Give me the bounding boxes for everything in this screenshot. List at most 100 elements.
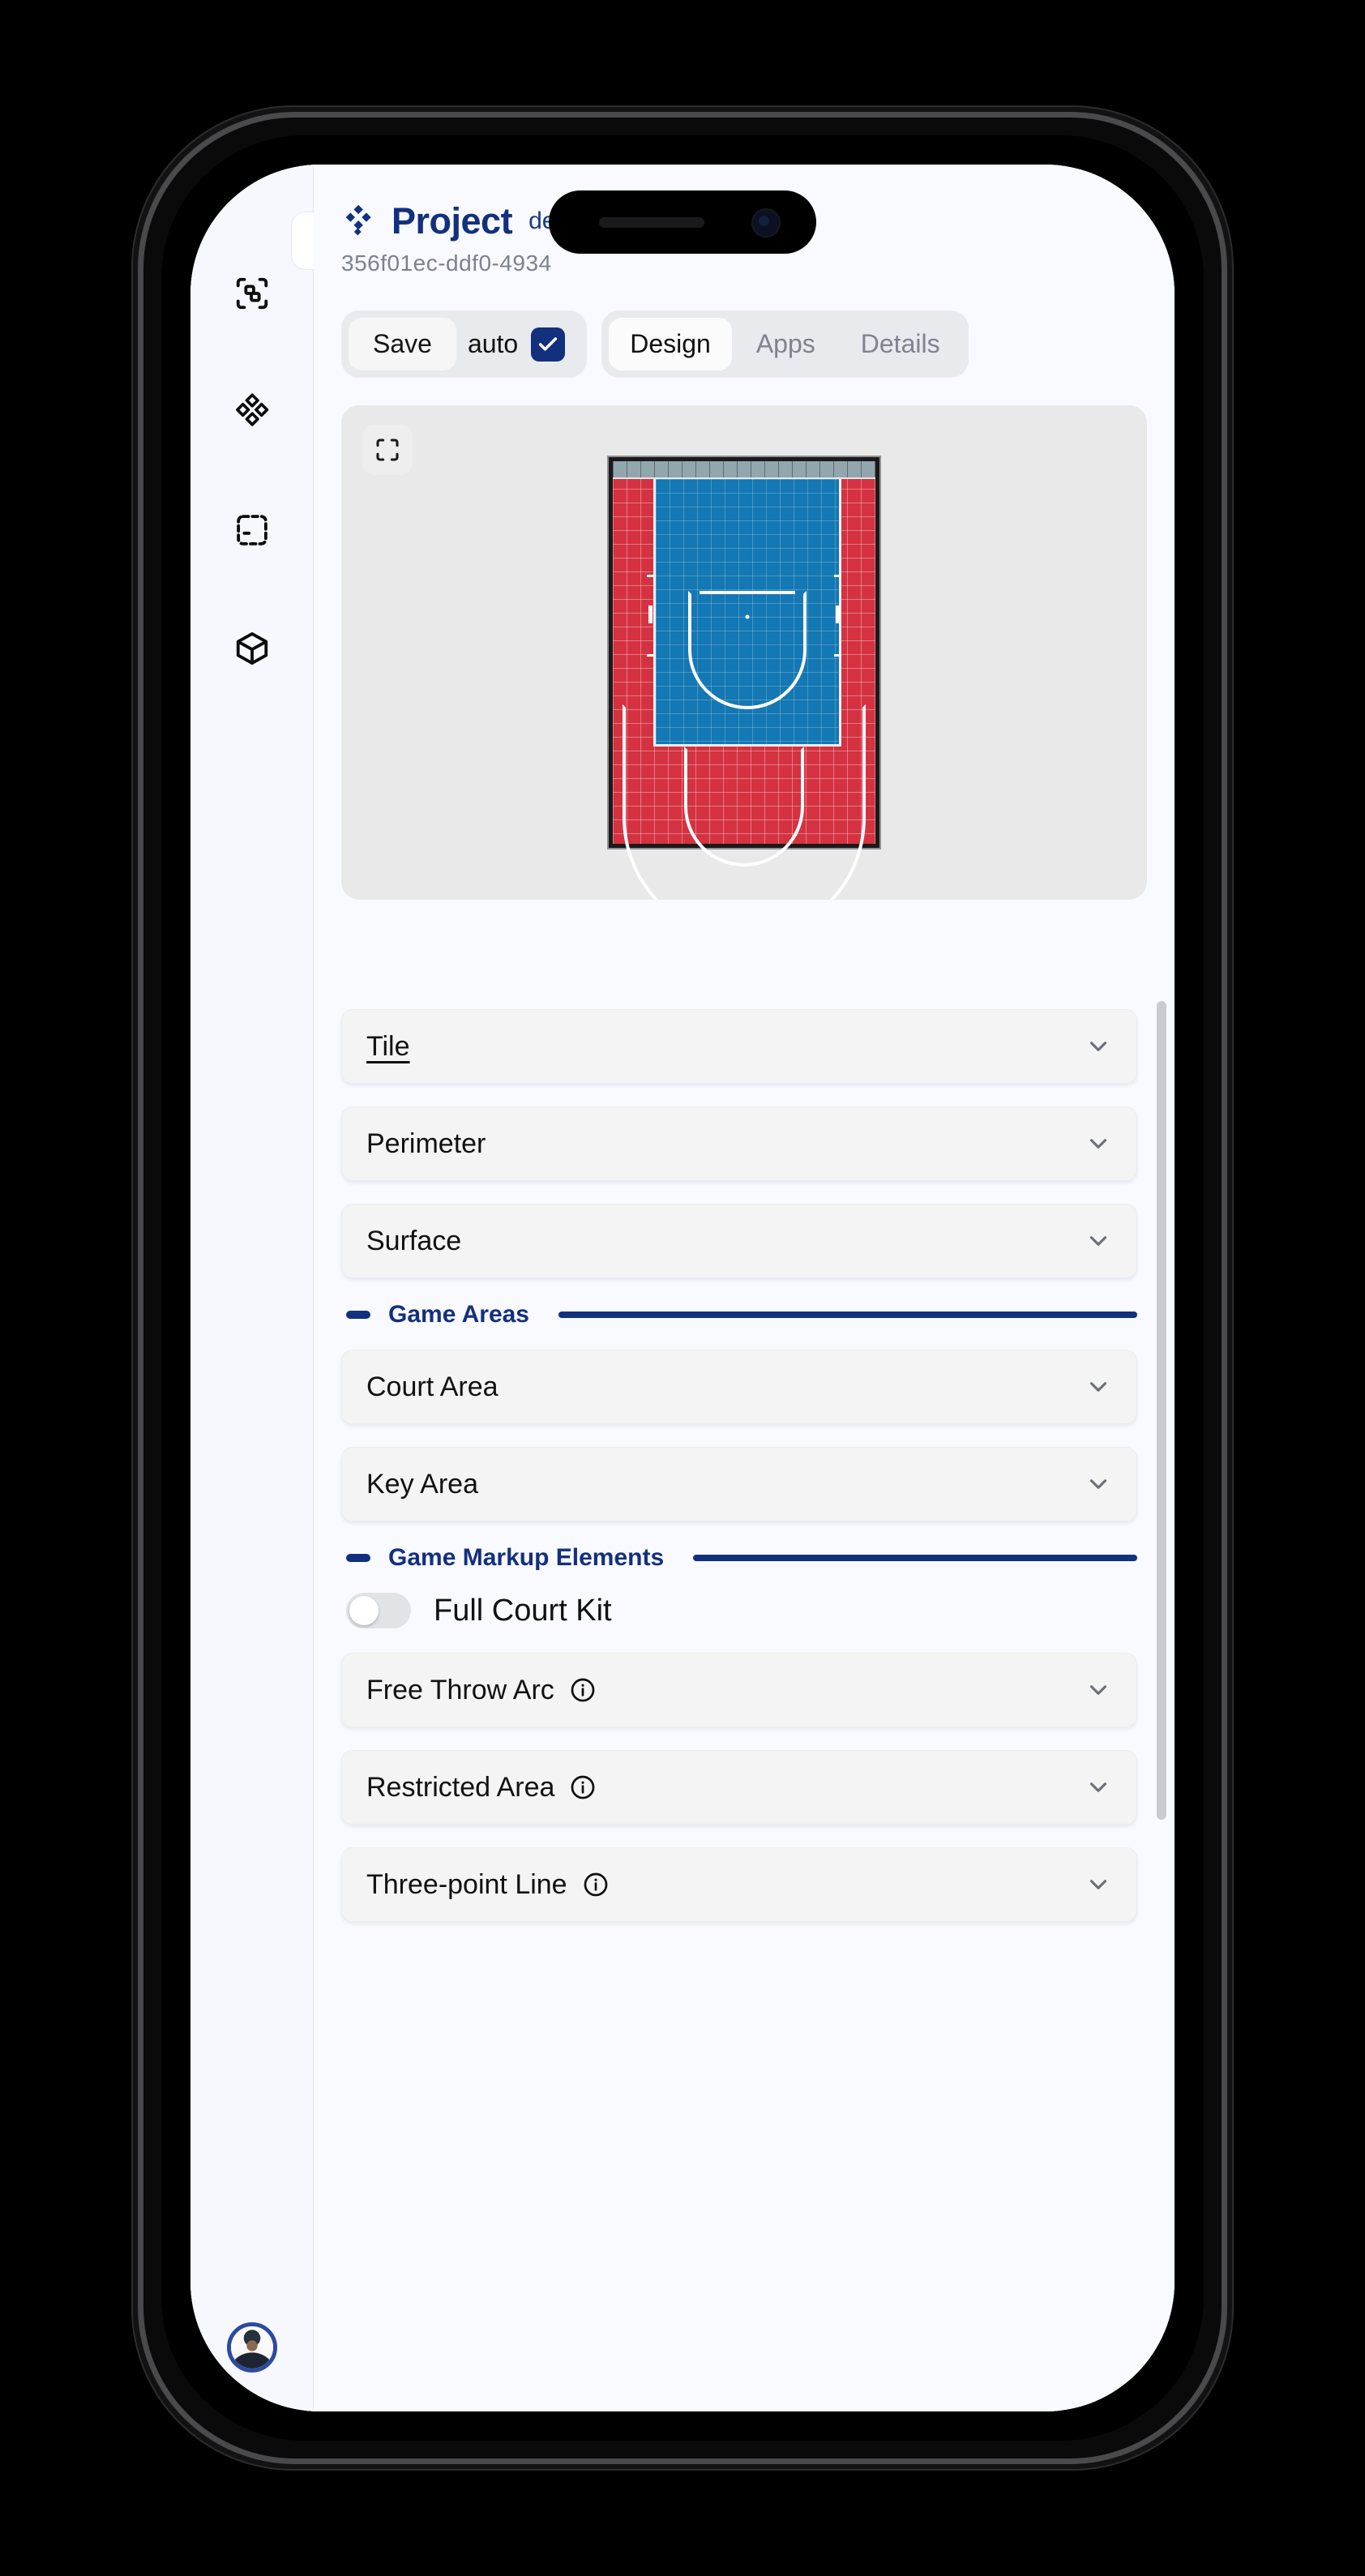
section-dash-icon (346, 1554, 370, 1562)
info-icon[interactable] (569, 1774, 597, 1801)
accordion-row-key-area[interactable]: Key Area (341, 1447, 1137, 1521)
accordion-row-free-throw-arc[interactable]: Free Throw Arc (341, 1653, 1137, 1727)
sidebar (190, 165, 314, 2411)
phone-screen: 3DSP (190, 165, 1175, 2411)
fullscreen-icon (376, 439, 399, 461)
section-rule (693, 1555, 1137, 1561)
main-panel: Project delete 356f01ec-ddf0-4934 Save (314, 165, 1175, 2411)
toggle-knob (349, 1596, 379, 1625)
cube-3d-icon (236, 632, 267, 665)
phone-rim: 3DSP (138, 112, 1227, 2464)
screenshot-root: 3DSP (0, 0, 1365, 2576)
dashed-selection-icon (236, 515, 267, 546)
avatar[interactable] (226, 2322, 277, 2373)
row-left: Free Throw Arc (366, 1675, 597, 1706)
row-left: Three-point Line (366, 1869, 610, 1901)
block-mark (648, 605, 653, 623)
app-root: 3DSP (190, 165, 1175, 2411)
hash-mark (647, 575, 654, 577)
chevron-down-icon (1089, 1880, 1107, 1889)
chevron-down-icon (1089, 1479, 1107, 1489)
center-dot (745, 614, 750, 619)
accordion-row-court-area[interactable]: Court Area (341, 1350, 1137, 1424)
court-surface (609, 457, 879, 900)
hash-mark (647, 654, 654, 657)
key-area (653, 479, 841, 747)
row-label: Tile (366, 1030, 410, 1062)
block-mark (836, 605, 840, 623)
row-left: Surface (366, 1226, 461, 1257)
sidebar-item-model-3d[interactable] (222, 618, 282, 678)
diamond-grid-icon (235, 393, 268, 426)
accordion-row-tile[interactable]: Tile (341, 1009, 1137, 1084)
court-diagram[interactable] (609, 457, 879, 900)
toggle-label: Full Court Kit (434, 1593, 612, 1628)
court-preview (341, 405, 1147, 900)
accordion-row-perimeter[interactable]: Perimeter (341, 1106, 1137, 1181)
diamond-cluster-icon (345, 204, 371, 236)
notch (549, 190, 816, 254)
frame-objects-icon (236, 277, 267, 310)
row-left: Tile (366, 1031, 410, 1063)
panel-inner: Project delete 356f01ec-ddf0-4934 Save (314, 165, 1175, 2411)
check-icon (539, 336, 558, 351)
settings-scroll-area[interactable]: Tile Perimeter Surface Game Areas Court … (314, 985, 1175, 2411)
sidebar-item-selection[interactable] (222, 500, 282, 560)
row-left: Court Area (366, 1371, 499, 1403)
row-left: Restricted Area (366, 1772, 597, 1804)
chevron-down-icon (1089, 1782, 1107, 1792)
auto-save-control[interactable]: auto (464, 327, 580, 362)
free-throw-arc (688, 591, 807, 709)
phone-rim-inner: 3DSP (161, 135, 1204, 2441)
phone-frame: 3DSP (131, 105, 1234, 2471)
hash-mark (834, 654, 841, 657)
save-group: Save auto (341, 310, 588, 378)
row-label: Surface (366, 1225, 462, 1256)
accordion-row-surface[interactable]: Surface (341, 1204, 1137, 1278)
row-label: Court Area (366, 1371, 499, 1402)
accordion-row-three-point-line[interactable]: Three-point Line (341, 1847, 1137, 1922)
tab-details[interactable]: Details (840, 318, 961, 370)
section-dash-icon (346, 1311, 370, 1319)
row-label: Key Area (366, 1468, 478, 1500)
row-left: Key Area (366, 1469, 478, 1500)
vertical-scrollbar[interactable] (1157, 1001, 1166, 1820)
hash-mark (834, 575, 841, 577)
toolbar: Save auto Design Apps Details (341, 310, 1175, 378)
section-title: Game Markup Elements (388, 1544, 665, 1571)
full-court-kit-row[interactable]: Full Court Kit (346, 1593, 1137, 1628)
page-title: Project (392, 200, 513, 242)
row-label: Restricted Area (366, 1771, 555, 1803)
restricted-area-arc (684, 747, 804, 867)
project-id: 356f01ec-ddf0-4934 (341, 250, 552, 276)
auto-save-label: auto (467, 329, 519, 358)
row-label: Perimeter (366, 1128, 486, 1159)
perimeter-band (613, 461, 875, 479)
sidebar-item-project-grid[interactable] (222, 382, 282, 442)
auto-save-checkbox[interactable] (531, 327, 566, 362)
earpiece-speaker (599, 217, 704, 228)
info-icon[interactable] (569, 1676, 597, 1704)
tab-bar: Design Apps Details (601, 310, 969, 378)
chevron-down-icon (1089, 1382, 1107, 1392)
tab-design[interactable]: Design (609, 318, 732, 370)
info-icon[interactable] (582, 1871, 610, 1898)
sidebar-item-frame-objects[interactable] (222, 263, 282, 323)
row-label: Free Throw Arc (366, 1674, 554, 1705)
section-header-game-markup-elements: Game Markup Elements (341, 1544, 1137, 1572)
tab-apps[interactable]: Apps (735, 318, 837, 370)
section-header-game-areas: Game Areas (341, 1301, 1137, 1329)
save-button[interactable]: Save (349, 318, 456, 370)
settings-list: Tile Perimeter Surface Game Areas Court … (314, 985, 1175, 1977)
row-left: Perimeter (366, 1128, 486, 1160)
section-title: Game Areas (388, 1301, 529, 1328)
chevron-down-icon (1089, 1042, 1107, 1051)
row-label: Three-point Line (366, 1868, 567, 1900)
full-court-kit-toggle[interactable] (346, 1593, 411, 1628)
chevron-down-icon (1089, 1685, 1107, 1695)
accordion-row-restricted-area[interactable]: Restricted Area (341, 1750, 1137, 1825)
chevron-down-icon (1089, 1139, 1107, 1149)
front-camera (751, 208, 781, 237)
section-rule (558, 1312, 1137, 1318)
fullscreen-button[interactable] (362, 425, 413, 475)
